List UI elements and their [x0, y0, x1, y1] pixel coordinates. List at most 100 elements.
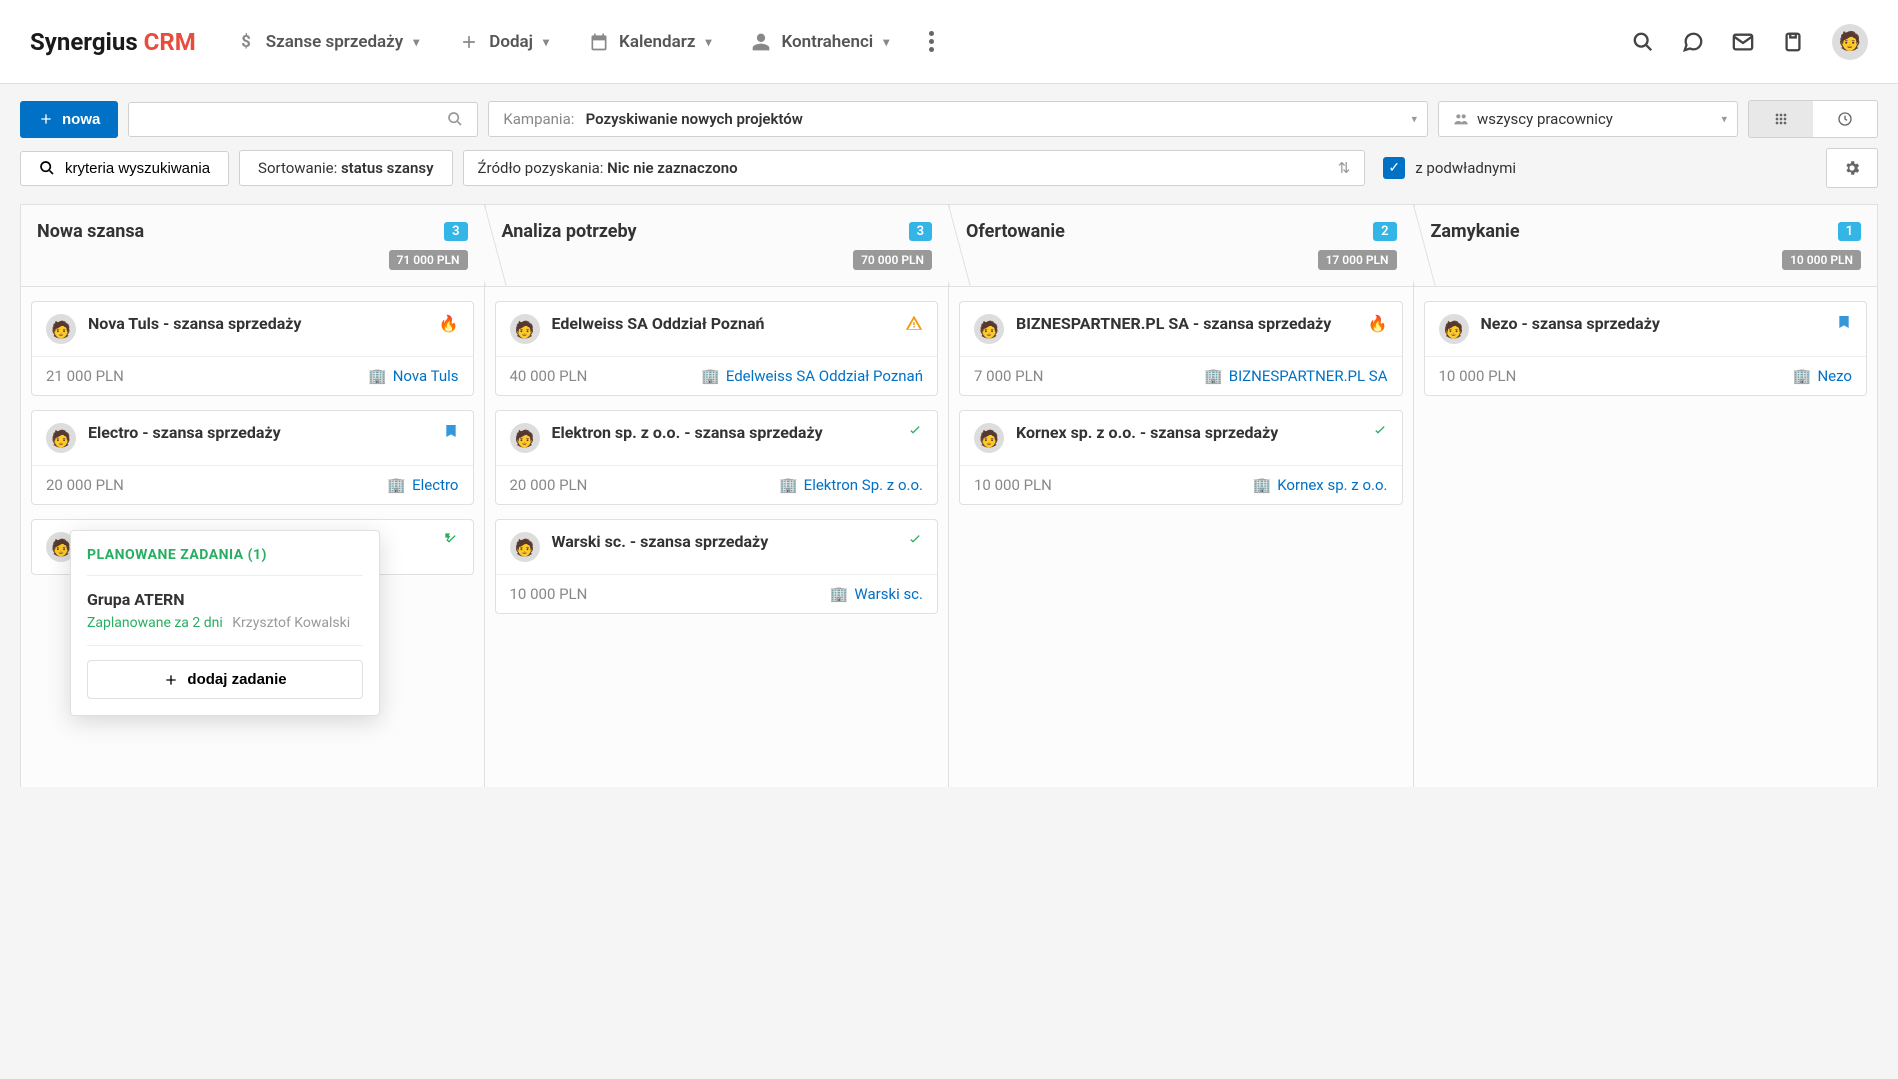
- search-input[interactable]: [143, 111, 447, 128]
- card-amount: 10 000 PLN: [1439, 367, 1517, 385]
- app-logo: Synergius CRM: [30, 28, 196, 56]
- avatar: 🧑: [974, 423, 1004, 453]
- column-header: Nowa szansa 3 71 000 PLN: [20, 204, 485, 287]
- campaign-select[interactable]: Kampania: Pozyskiwanie nowych projektów: [488, 101, 1428, 137]
- task-check-icon: [443, 532, 459, 548]
- employees-select[interactable]: wszyscy pracownicy: [1438, 101, 1738, 137]
- popup-task-item[interactable]: Grupa ATERN Zaplanowane za 2 dni Krzyszt…: [87, 576, 363, 646]
- card-company-link[interactable]: 🏢 Electro: [387, 476, 458, 494]
- column-body: 🧑 Nova Tuls - szansa sprzedaży 🔥 21 000 …: [20, 287, 485, 787]
- building-icon: 🏢: [779, 476, 798, 494]
- column-title: Ofertowanie: [966, 221, 1065, 242]
- opportunity-card[interactable]: 🧑 Elektron sp. z o.o. - szansa sprzedaży…: [495, 410, 939, 505]
- avatar: 🧑: [1439, 314, 1469, 344]
- card-amount: 10 000 PLN: [510, 585, 588, 603]
- fire-icon: 🔥: [439, 314, 459, 333]
- search-icon[interactable]: [1632, 31, 1654, 53]
- grid-view-button[interactable]: [1749, 101, 1813, 137]
- warning-icon: [905, 314, 923, 332]
- view-toggle: [1748, 100, 1878, 138]
- dollar-icon: $: [236, 32, 256, 52]
- card-company-link[interactable]: 🏢 Nezo: [1793, 367, 1852, 385]
- kanban-column: Zamykanie 1 10 000 PLN 🧑 Nezo - szansa s…: [1414, 204, 1879, 787]
- column-body: 🧑 Edelweiss SA Oddział Poznań 40 000 PLN…: [485, 287, 950, 787]
- bookmark-icon: [1836, 314, 1852, 330]
- tasks-popup: PLANOWANE ZADANIA (1) Grupa ATERN Zaplan…: [70, 530, 380, 716]
- subordinates-checkbox[interactable]: ✓: [1383, 157, 1405, 179]
- new-opportunity-button[interactable]: nowa: [20, 101, 118, 138]
- add-task-button[interactable]: dodaj zadanie: [87, 660, 363, 699]
- opportunity-card[interactable]: 🧑 BIZNESPARTNER.PL SA - szansa sprzedaży…: [959, 301, 1403, 396]
- card-company-link[interactable]: 🏢 Warski sc.: [830, 585, 923, 603]
- opportunity-card[interactable]: 🧑 Nova Tuls - szansa sprzedaży 🔥 21 000 …: [31, 301, 474, 396]
- person-icon: [751, 32, 771, 52]
- card-company-link[interactable]: 🏢 Nova Tuls: [368, 367, 459, 385]
- fire-icon: 🔥: [1368, 314, 1388, 333]
- card-company-link[interactable]: 🏢 BIZNESPARTNER.PL SA: [1204, 367, 1387, 385]
- opportunity-card[interactable]: 🧑 Warski sc. - szansa sprzedaży 10 000 P…: [495, 519, 939, 614]
- opportunity-card[interactable]: 🧑 Edelweiss SA Oddział Poznań 40 000 PLN…: [495, 301, 939, 396]
- nav-contractors[interactable]: Kontrahenci ▾: [751, 32, 889, 52]
- column-sum-badge: 10 000 PLN: [1782, 250, 1861, 270]
- task-check-icon: [1372, 423, 1388, 439]
- popup-task-name: Grupa ATERN: [87, 590, 363, 609]
- settings-button[interactable]: [1826, 148, 1878, 188]
- plus-icon: [459, 32, 479, 52]
- chat-icon[interactable]: [1682, 31, 1704, 53]
- building-icon: 🏢: [1253, 476, 1272, 494]
- nav-add[interactable]: Dodaj ▾: [459, 32, 549, 52]
- kanban-column: Analiza potrzeby 3 70 000 PLN 🧑 Edelweis…: [485, 204, 950, 787]
- column-sum-badge: 17 000 PLN: [1318, 250, 1397, 270]
- calendar-icon: [589, 32, 609, 52]
- mail-icon[interactable]: [1732, 31, 1754, 53]
- building-icon: 🏢: [387, 476, 406, 494]
- card-company-link[interactable]: 🏢 Edelweiss SA Oddział Poznań: [701, 367, 923, 385]
- clipboard-icon[interactable]: [1782, 31, 1804, 53]
- source-label: Źródło pozyskania:: [478, 159, 604, 177]
- sort-select[interactable]: Sortowanie: status szansy: [239, 150, 452, 186]
- opportunity-card[interactable]: 🧑 Electro - szansa sprzedaży 20 000 PLN …: [31, 410, 474, 505]
- opportunity-card[interactable]: 🧑 Grupa ATERN - szansa PLANOWANE ZADANIA…: [31, 519, 474, 575]
- chevron-down-icon: ▾: [883, 35, 889, 49]
- subordinates-checkbox-wrapper[interactable]: ✓ z podwładnymi: [1375, 157, 1516, 179]
- timeline-view-button[interactable]: [1813, 101, 1877, 137]
- search-criteria-button[interactable]: kryteria wyszukiwania: [20, 151, 229, 186]
- source-select[interactable]: Źródło pozyskania: Nic nie zaznaczono ⇅: [463, 150, 1366, 186]
- source-value: Nic nie zaznaczono: [607, 159, 737, 177]
- user-avatar[interactable]: 🧑: [1832, 24, 1868, 60]
- card-title: Elektron sp. z o.o. - szansa sprzedaży: [552, 423, 896, 442]
- column-count-badge: 2: [1373, 222, 1396, 241]
- task-check-icon: [907, 532, 923, 548]
- sort-label: Sortowanie:: [258, 159, 337, 177]
- building-icon: 🏢: [701, 367, 720, 385]
- column-body: 🧑 Nezo - szansa sprzedaży 10 000 PLN 🏢 N…: [1414, 287, 1879, 787]
- bookmark-icon: [443, 423, 459, 439]
- column-sum-badge: 71 000 PLN: [389, 250, 468, 270]
- nav-label: Kontrahenci: [781, 32, 873, 52]
- chevron-down-icon: ▾: [413, 35, 419, 49]
- card-amount: 20 000 PLN: [510, 476, 588, 494]
- column-sum-badge: 70 000 PLN: [853, 250, 932, 270]
- updown-icon: ⇅: [1338, 159, 1351, 177]
- card-company-link[interactable]: 🏢 Elektron Sp. z o.o.: [779, 476, 923, 494]
- card-title: Warski sc. - szansa sprzedaży: [552, 532, 896, 551]
- campaign-label: Kampania:: [503, 110, 574, 128]
- building-icon: 🏢: [1793, 367, 1812, 385]
- nav-label: Dodaj: [489, 32, 533, 52]
- column-count-badge: 3: [444, 222, 467, 241]
- avatar: 🧑: [510, 423, 540, 453]
- opportunity-card[interactable]: 🧑 Nezo - szansa sprzedaży 10 000 PLN 🏢 N…: [1424, 301, 1868, 396]
- nav-calendar[interactable]: Kalendarz ▾: [589, 32, 711, 52]
- header-actions: 🧑: [1632, 24, 1868, 60]
- column-title: Nowa szansa: [37, 221, 144, 242]
- nav-more[interactable]: [929, 31, 934, 52]
- nav-sales-opportunities[interactable]: $ Szanse sprzedaży ▾: [236, 32, 420, 52]
- card-title: Edelweiss SA Oddział Poznań: [552, 314, 894, 333]
- campaign-value: Pozyskiwanie nowych projektów: [586, 110, 803, 128]
- filter-toolbar: nowa Kampania: Pozyskiwanie nowych proje…: [0, 84, 1898, 188]
- card-company-link[interactable]: 🏢 Kornex sp. z o.o.: [1253, 476, 1388, 494]
- card-amount: 21 000 PLN: [46, 367, 124, 385]
- search-input-wrapper[interactable]: [128, 102, 478, 137]
- opportunity-card[interactable]: 🧑 Kornex sp. z o.o. - szansa sprzedaży 1…: [959, 410, 1403, 505]
- card-amount: 40 000 PLN: [510, 367, 588, 385]
